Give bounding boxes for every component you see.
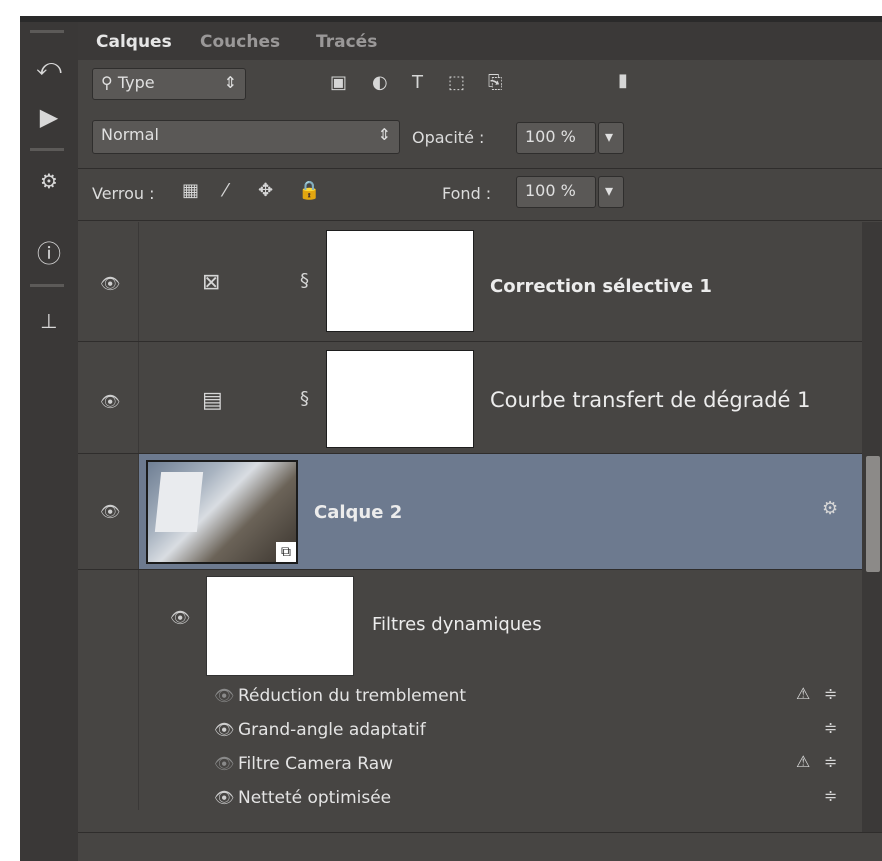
window-top	[0, 0, 882, 22]
layer-row-gradient-map[interactable]: 👁 ▤ § Courbe transfert de dégradé 1	[78, 342, 878, 454]
layer-row-calque-2[interactable]: 👁 ⧉ Calque 2 ⚙	[78, 454, 878, 570]
thumbnail-building	[154, 472, 204, 532]
stamp-icon[interactable]: ⊥	[30, 304, 68, 338]
warning-icon: ⚠	[796, 684, 811, 703]
lock-transparent-icon[interactable]: ▦	[182, 180, 199, 201]
fill-slider-button[interactable]: ▾	[598, 176, 624, 208]
panel-tabs: Calques Couches Tracés	[78, 22, 882, 60]
fill-input[interactable]: 100 %	[516, 176, 596, 208]
search-icon: ⚲	[101, 73, 118, 92]
opacity-input[interactable]: 100 %	[516, 122, 596, 154]
selective-color-icon: ⊠	[202, 270, 221, 295]
filter-options-icon[interactable]: ≑	[824, 752, 837, 771]
layers-panel: Calques Couches Tracés ⚲ Type ⇕ ▣ ◐ T ⬚ ⎘…	[78, 22, 882, 861]
smart-object-filter-icon[interactable]: ⎘	[488, 72, 502, 93]
tab-couches[interactable]: Couches	[200, 32, 280, 52]
layer-name[interactable]: Calque 2	[314, 502, 402, 523]
tab-traces[interactable]: Tracés	[316, 32, 377, 52]
filter-options-icon[interactable]: ≑	[824, 684, 837, 703]
filter-item[interactable]: Netteté optimisée	[238, 788, 391, 808]
warning-icon: ⚠	[796, 752, 811, 771]
visibility-column	[78, 570, 139, 810]
layer-mask-thumbnail[interactable]	[326, 230, 474, 332]
chevron-updown-icon: ⇕	[377, 125, 391, 144]
eye-icon[interactable]: 👁	[214, 686, 234, 705]
eye-icon[interactable]: 👁	[100, 392, 120, 411]
divider	[78, 220, 882, 221]
lock-position-icon[interactable]: ✥	[258, 180, 273, 201]
filter-options-icon[interactable]: ≑	[824, 786, 837, 805]
lock-brush-icon[interactable]: ⁄	[224, 180, 227, 201]
scrollbar-thumb[interactable]	[866, 456, 880, 572]
grip	[30, 284, 64, 287]
play-icon[interactable]: ▶	[30, 100, 68, 134]
filter-type-dropdown[interactable]: ⚲ Type ⇕	[92, 68, 246, 100]
tool-strip: ⤺ ▶ ⚙ ⓘ ⊥	[20, 22, 79, 861]
eye-icon[interactable]: 👁	[170, 608, 190, 627]
smart-filters-group: 👁 Filtres dynamiques 👁 Réduction du trem…	[78, 570, 878, 810]
grip	[30, 30, 64, 33]
layer-image-thumbnail[interactable]: ⧉	[146, 460, 298, 564]
eye-icon[interactable]: 👁	[214, 788, 234, 807]
history-icon[interactable]: ⤺	[30, 50, 68, 84]
layer-name[interactable]: Correction sélective 1	[490, 276, 712, 297]
type-filter-icon[interactable]: T	[412, 72, 423, 93]
blend-mode-label: Normal	[101, 125, 159, 144]
layer-name[interactable]: Courbe transfert de dégradé 1	[490, 388, 811, 412]
scrollbar[interactable]	[862, 222, 882, 832]
divider	[78, 168, 882, 169]
filter-toggle-icon[interactable]: ▮	[618, 70, 628, 91]
link-icon[interactable]: §	[300, 388, 309, 409]
filter-item[interactable]: Filtre Camera Raw	[238, 754, 393, 774]
chevron-updown-icon: ⇕	[223, 73, 237, 92]
eye-icon[interactable]: 👁	[100, 274, 120, 293]
adjustment-filter-icon[interactable]: ◐	[372, 72, 388, 93]
opacity-label: Opacité :	[412, 128, 485, 147]
filter-options-icon[interactable]: ≑	[824, 718, 837, 737]
pixel-filter-icon[interactable]: ▣	[330, 72, 347, 93]
grip	[30, 148, 64, 151]
layer-row-correction[interactable]: 👁 ⊠ § Correction sélective 1	[78, 222, 878, 342]
smart-object-badge-icon: ⧉	[276, 542, 296, 562]
blend-mode-dropdown[interactable]: Normal ⇕	[92, 120, 400, 154]
filter-item[interactable]: Réduction du tremblement	[238, 686, 466, 706]
filter-item[interactable]: Grand-angle adaptatif	[238, 720, 426, 740]
divider	[78, 832, 882, 833]
smart-filter-mask-thumbnail[interactable]	[206, 576, 354, 676]
adjustments-icon[interactable]: ⚙	[30, 164, 68, 198]
tab-calques[interactable]: Calques	[96, 32, 172, 52]
filter-type-label: Type	[117, 73, 155, 92]
info-icon[interactable]: ⓘ	[30, 234, 68, 268]
shape-filter-icon[interactable]: ⬚	[448, 72, 465, 93]
fill-label: Fond :	[442, 184, 492, 203]
lock-all-icon[interactable]: 🔒	[298, 180, 320, 201]
opacity-slider-button[interactable]: ▾	[598, 122, 624, 154]
smart-filter-badge-icon[interactable]: ⚙	[822, 498, 838, 519]
smart-filters-title[interactable]: Filtres dynamiques	[372, 614, 542, 635]
eye-icon[interactable]: 👁	[100, 502, 120, 521]
gradient-map-icon: ▤	[202, 388, 223, 413]
eye-icon[interactable]: 👁	[214, 754, 234, 773]
eye-icon[interactable]: 👁	[214, 720, 234, 739]
lock-label: Verrou :	[92, 184, 155, 203]
link-icon[interactable]: §	[300, 270, 309, 291]
layer-mask-thumbnail[interactable]	[326, 350, 474, 448]
